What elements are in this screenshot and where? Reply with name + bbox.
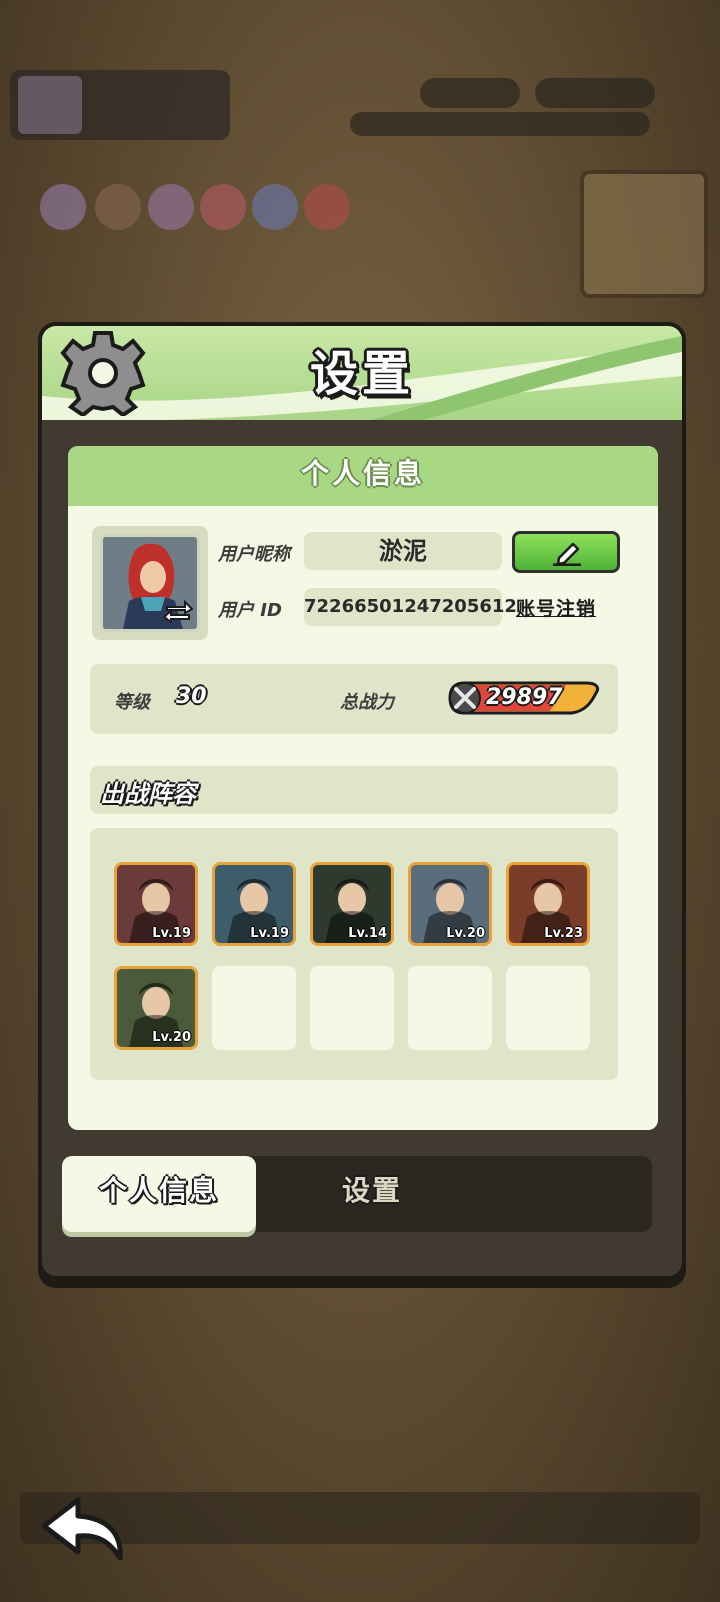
background-hero (252, 184, 298, 230)
power-value: 29897 (486, 685, 563, 710)
background-hero (40, 184, 86, 230)
user-id-label: 用户 ID (218, 600, 282, 621)
avatar-frame[interactable] (92, 526, 208, 640)
background-hero (95, 184, 141, 230)
avatar[interactable] (100, 534, 200, 632)
dialog-title: 设置 (309, 346, 414, 402)
account-cancel-link[interactable]: 账号注销 (516, 594, 596, 621)
hero-level: Lv.20 (446, 926, 485, 941)
hero-level: Lv.23 (544, 926, 583, 941)
edit-nickname-button[interactable] (512, 531, 620, 573)
lineup-title: 出战阵容 (100, 780, 196, 808)
tabs-bar: 个人信息 设置 (62, 1156, 652, 1232)
background-hero (148, 184, 194, 230)
tab-settings[interactable]: 设置 (282, 1156, 462, 1232)
hero-level: Lv.14 (348, 926, 387, 941)
hero-slot[interactable]: Lv.19 (114, 862, 198, 946)
pencil-icon (553, 542, 581, 566)
settings-dialog: 设置 个人信息 用户昵称 淤泥 用户 ID 72266501247205612 … (38, 322, 686, 1280)
background-minimap (580, 170, 708, 298)
power-label: 总战力 (340, 692, 394, 713)
swap-icon[interactable] (163, 599, 193, 623)
empty-hero-slot[interactable] (310, 966, 394, 1050)
hero-level: Lv.19 (250, 926, 289, 941)
back-button[interactable] (38, 1496, 130, 1566)
nickname-field: 淤泥 (304, 532, 502, 570)
dialog-header: 设置 (42, 326, 682, 420)
lineup-grid: Lv.19 Lv.19 Lv.14 Lv.20 Lv.23 Lv.20 (90, 828, 618, 1080)
hero-level: Lv.19 (152, 926, 191, 941)
hero-slot[interactable]: Lv.20 (114, 966, 198, 1050)
empty-hero-slot[interactable] (408, 966, 492, 1050)
tab-profile[interactable]: 个人信息 (62, 1156, 256, 1232)
hero-level: Lv.20 (152, 1030, 191, 1045)
profile-panel: 个人信息 用户昵称 淤泥 用户 ID 72266501247205612 账号注… (68, 446, 658, 1130)
nickname-label: 用户昵称 (218, 544, 290, 565)
background-hero (304, 184, 350, 230)
hero-slot[interactable]: Lv.19 (212, 862, 296, 946)
level-label: 等级 (114, 692, 150, 713)
crossed-swords-icon (449, 682, 481, 714)
back-arrow-icon (41, 1497, 123, 1561)
empty-hero-slot[interactable] (506, 966, 590, 1050)
profile-panel-title: 个人信息 (68, 446, 658, 506)
background-avatar (18, 76, 82, 134)
hero-slot[interactable]: Lv.14 (310, 862, 394, 946)
lineup-header: 出战阵容 (90, 766, 618, 814)
hero-slot[interactable]: Lv.23 (506, 862, 590, 946)
background-resource (350, 112, 650, 136)
user-id-field: 72266501247205612 (304, 588, 517, 626)
stats-bar: 等级 30 总战力 29897 (90, 664, 618, 734)
background-resource (535, 78, 655, 108)
background-resource (420, 78, 520, 108)
level-value: 30 (176, 684, 207, 709)
empty-hero-slot[interactable] (212, 966, 296, 1050)
power-badge: 29897 (446, 679, 602, 717)
hero-slot[interactable]: Lv.20 (408, 862, 492, 946)
background-hero (200, 184, 246, 230)
